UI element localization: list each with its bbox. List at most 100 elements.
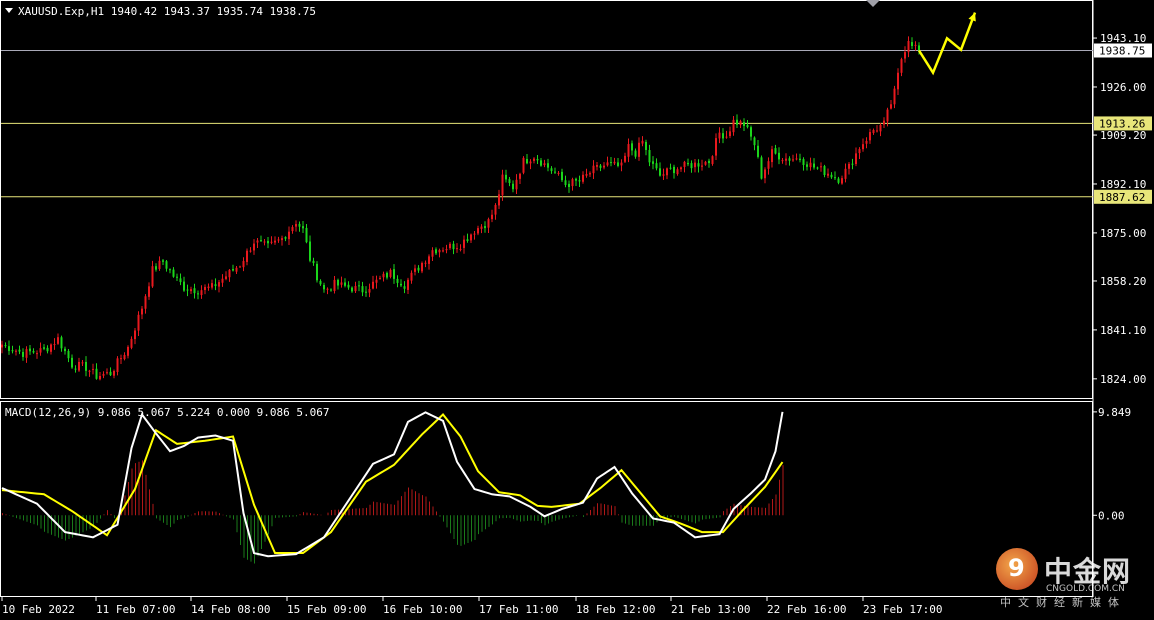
- candle-body: [522, 157, 525, 173]
- candle-body: [757, 145, 759, 157]
- candle-body: [193, 288, 196, 294]
- candle-body: [620, 162, 623, 166]
- candle-body: [330, 289, 332, 291]
- candle-body: [540, 160, 542, 166]
- candle-body: [340, 282, 343, 285]
- candle-body: [228, 269, 231, 278]
- candle-body: [22, 351, 24, 357]
- candle-body: [179, 278, 182, 283]
- candle-body: [211, 283, 213, 288]
- time-tick-label: 15 Feb 09:00: [287, 603, 366, 616]
- candle-body: [197, 293, 199, 295]
- candle-body: [32, 351, 35, 353]
- candle-body: [221, 278, 224, 283]
- current-price-label: 1938.75: [1099, 44, 1145, 57]
- candle-body: [634, 150, 637, 157]
- candle-body: [631, 143, 633, 151]
- macd-axis-top-label: 9.849: [1098, 406, 1131, 419]
- candle-body: [50, 344, 52, 352]
- candle-body: [550, 168, 553, 172]
- candle-body: [662, 174, 665, 176]
- chart-canvas[interactable]: 1943.10 1926.00 1909.20 1892.10 1875.00 1858.…: [0, 0, 1154, 620]
- candle-body: [907, 40, 910, 53]
- candle-body: [379, 277, 381, 279]
- candle-body: [155, 266, 157, 270]
- candle-body: [841, 178, 843, 184]
- candle-body: [820, 166, 822, 168]
- candle-body: [690, 163, 693, 169]
- candle-body: [113, 370, 115, 376]
- candle-body: [596, 164, 598, 167]
- candle-body: [729, 131, 731, 137]
- candle-body: [291, 227, 294, 232]
- candle-body: [855, 153, 857, 164]
- candle-body: [71, 357, 73, 368]
- price-tick-label: 1892.10: [1100, 178, 1146, 191]
- time-tick-label: 10 Feb 2022: [2, 603, 75, 616]
- candle-body: [536, 159, 539, 161]
- candle-body: [15, 350, 17, 352]
- candlesticks: [1, 36, 920, 381]
- candle-body: [375, 279, 378, 283]
- candle-body: [697, 163, 700, 167]
- candle-body: [127, 346, 129, 356]
- candle-body: [281, 238, 283, 241]
- candle-body: [333, 279, 336, 292]
- watermark-tagline: 中文财经新媒体: [1000, 596, 1126, 609]
- candle-body: [652, 161, 654, 164]
- candle-body: [666, 168, 668, 176]
- candle-body: [575, 178, 577, 181]
- candle-body: [403, 286, 406, 289]
- candle-body: [799, 158, 801, 161]
- candle-body: [8, 346, 10, 351]
- candle-body: [858, 149, 861, 154]
- candle-body: [347, 284, 350, 288]
- candle-body: [809, 162, 812, 168]
- candle-body: [813, 163, 815, 168]
- candle-body: [351, 287, 353, 292]
- candle-body: [624, 155, 626, 162]
- candle-body: [106, 372, 108, 374]
- candle-body: [43, 347, 45, 349]
- candle-body: [676, 169, 679, 175]
- candle-body: [795, 158, 798, 160]
- candle-body: [526, 158, 528, 164]
- candle-body: [172, 269, 175, 277]
- candle-body: [232, 269, 234, 271]
- candle-body: [183, 281, 185, 291]
- time-tick-label: 21 Feb 13:00: [671, 603, 750, 616]
- candle-body: [876, 130, 878, 132]
- candle-body: [491, 214, 493, 220]
- candle-body: [456, 248, 458, 250]
- candle-body: [736, 119, 738, 125]
- candle-body: [207, 286, 210, 288]
- candle-body: [869, 132, 871, 141]
- price-grid: [1, 49, 1093, 198]
- candle-body: [704, 161, 707, 165]
- candle-body: [354, 286, 357, 292]
- macd-signal-line: [1, 413, 784, 555]
- candle-body: [865, 140, 868, 144]
- candle-body: [904, 52, 906, 59]
- candle-body: [431, 250, 434, 257]
- candle-body: [547, 163, 549, 168]
- candle-body: [274, 240, 276, 243]
- candle-body: [554, 171, 556, 173]
- candle-body: [116, 358, 119, 372]
- candle-body: [11, 350, 14, 352]
- candle-body: [750, 127, 752, 137]
- candle-body: [368, 289, 371, 293]
- candle-body: [18, 349, 21, 352]
- candle-body: [410, 272, 413, 281]
- candle-body: [771, 149, 773, 163]
- dropdown-triangle-icon[interactable]: [5, 8, 13, 13]
- candle-body: [386, 272, 388, 278]
- price-tick-label: 1909.20: [1100, 129, 1146, 142]
- scroll-marker-icon[interactable]: [866, 0, 880, 7]
- candle-body: [788, 158, 791, 161]
- candle-body: [701, 165, 703, 167]
- candle-body: [694, 162, 696, 168]
- candle-body: [883, 120, 885, 125]
- candle-body: [673, 166, 675, 174]
- candle-body: [389, 269, 392, 277]
